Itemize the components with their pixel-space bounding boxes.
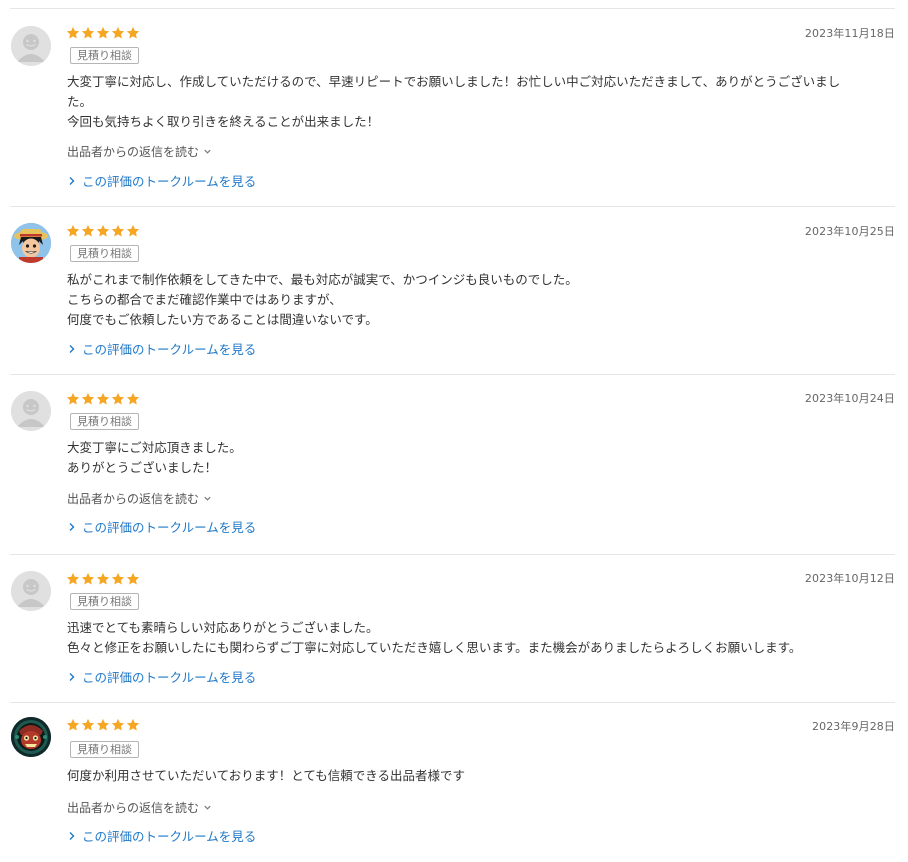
star-icon (81, 572, 95, 585)
chevron-right-icon (69, 522, 75, 531)
star-icon (81, 718, 95, 731)
review-item: 2023年9月28日 見積り相談 何度か利用させていただいております！とても信頼… (10, 702, 895, 862)
view-talkroom-link[interactable]: この評価のトークルームを見る (68, 339, 256, 358)
view-talkroom-link[interactable]: この評価のトークルームを見る (68, 826, 256, 845)
star-icon (96, 224, 110, 237)
chevron-down-icon (204, 805, 211, 810)
review-text: 何度か利用させていただいております！とても信頼できる出品者様です (67, 768, 466, 783)
chevron-down-icon (204, 496, 211, 501)
read-reply-label: 出品者からの返信を読む (67, 801, 200, 815)
read-reply-button[interactable]: 出品者からの返信を読む (67, 490, 212, 507)
star-icon (126, 572, 140, 585)
star-icon (96, 718, 110, 731)
service-tag: 見積り相談 (70, 741, 139, 758)
review-item: 2023年10月24日 見積り相談 大変丁寧にご対応頂きました。 ありがとうござ… (10, 374, 895, 554)
review-date: 2023年9月28日 (812, 720, 895, 733)
star-icon (96, 392, 110, 405)
star-icon (66, 224, 80, 237)
divider (10, 554, 895, 555)
view-talkroom-label: この評価のトークルームを見る (82, 520, 257, 535)
star-icon (66, 572, 80, 585)
star-rating (66, 26, 140, 40)
service-tag: 見積り相談 (70, 47, 139, 64)
star-icon (66, 26, 80, 39)
review-text: 私がこれまで制作依頼をしてきた中で、最も対応が誠実で、かつインジも良いものでした… (67, 272, 578, 327)
star-icon (111, 26, 125, 39)
chevron-right-icon (69, 344, 75, 353)
star-rating (66, 718, 140, 732)
chevron-right-icon (69, 831, 75, 840)
star-icon (111, 718, 125, 731)
view-talkroom-label: この評価のトークルームを見る (82, 342, 257, 357)
review-item: 2023年10月25日 見積り相談 私がこれまで制作依頼をしてきた中で、最も対応… (10, 206, 895, 374)
divider (10, 702, 895, 703)
star-icon (111, 392, 125, 405)
divider (10, 206, 895, 207)
read-reply-label: 出品者からの返信を読む (67, 145, 200, 159)
chevron-down-icon (204, 149, 211, 154)
star-icon (126, 224, 140, 237)
default-avatar-icon[interactable] (11, 391, 51, 431)
divider (10, 8, 895, 9)
review-date: 2023年10月24日 (804, 392, 895, 405)
view-talkroom-link[interactable]: この評価のトークルームを見る (68, 667, 256, 686)
review-date: 2023年10月25日 (804, 225, 895, 238)
star-icon (126, 392, 140, 405)
star-icon (66, 392, 80, 405)
review-text: 大変丁寧にご対応頂きました。 ありがとうございました！ (67, 440, 242, 475)
star-icon (81, 392, 95, 405)
service-tag: 見積り相談 (70, 413, 139, 430)
pirate-boy-avatar[interactable] (11, 223, 51, 263)
star-icon (81, 26, 95, 39)
read-reply-button[interactable]: 出品者からの返信を読む (67, 143, 212, 160)
chevron-right-icon (69, 176, 75, 185)
star-icon (111, 572, 125, 585)
view-talkroom-link[interactable]: この評価のトークルームを見る (68, 171, 256, 190)
review-item: 2023年10月12日 見積り相談 迅速でとても素晴らしい対応ありがとうございま… (10, 554, 895, 702)
review-date: 2023年10月12日 (804, 572, 895, 585)
star-icon (126, 718, 140, 731)
view-talkroom-label: この評価のトークルームを見る (82, 829, 257, 844)
star-icon (111, 224, 125, 237)
review-text: 大変丁寧に対応し、作成していただけるので、早速リピートでお願いしました！お忙しい… (67, 74, 841, 129)
view-talkroom-label: この評価のトークルームを見る (82, 174, 257, 189)
chevron-right-icon (69, 672, 75, 681)
default-avatar-icon[interactable] (11, 26, 51, 66)
default-avatar-icon[interactable] (11, 571, 51, 611)
star-icon (66, 718, 80, 731)
service-tag: 見積り相談 (70, 593, 139, 610)
star-rating (66, 572, 140, 586)
star-rating (66, 224, 140, 238)
star-icon (126, 26, 140, 39)
star-icon (96, 572, 110, 585)
read-reply-label: 出品者からの返信を読む (67, 492, 200, 506)
mask-character-avatar[interactable] (11, 717, 51, 757)
review-text: 迅速でとても素晴らしい対応ありがとうございました。 色々と修正をお願いしたにも関… (67, 620, 802, 655)
review-date: 2023年11月18日 (804, 27, 895, 40)
read-reply-button[interactable]: 出品者からの返信を読む (67, 799, 212, 816)
view-talkroom-link[interactable]: この評価のトークルームを見る (68, 517, 256, 536)
review-item: 2023年11月18日 見積り相談 大変丁寧に対応し、作成していただけるので、早… (10, 8, 895, 207)
star-rating (66, 392, 140, 406)
star-icon (81, 224, 95, 237)
divider (10, 374, 895, 375)
service-tag: 見積り相談 (70, 245, 139, 262)
star-icon (96, 26, 110, 39)
view-talkroom-label: この評価のトークルームを見る (82, 670, 257, 685)
